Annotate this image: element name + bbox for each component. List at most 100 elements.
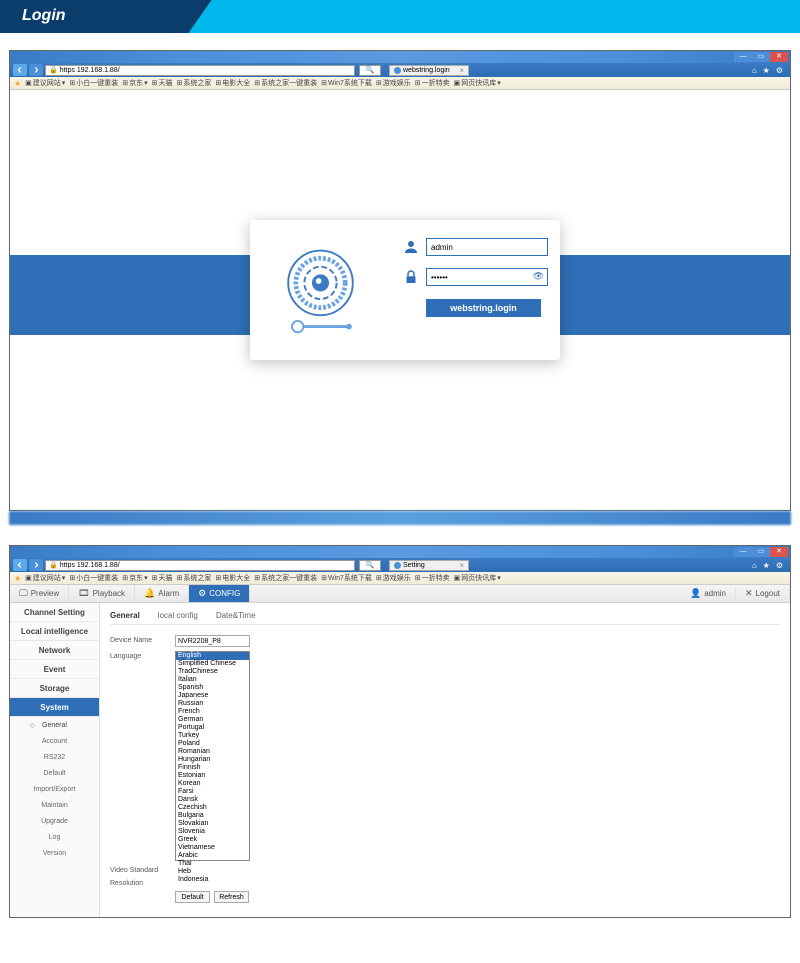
language-option[interactable]: Indonesia	[176, 876, 249, 884]
minimize-button[interactable]: —	[734, 547, 752, 557]
username-input[interactable]	[426, 238, 548, 256]
fav-link[interactable]: ⊞ 电影大全	[215, 573, 250, 583]
sidebar-sub-rs232[interactable]: RS232	[10, 749, 99, 765]
fav-link[interactable]: ⊞ Win7系统下载	[321, 573, 372, 583]
fav-link[interactable]: ⊞ 小白一键重装	[69, 573, 118, 583]
forward-button[interactable]	[29, 64, 43, 76]
fav-star-icon[interactable]: ★	[14, 574, 21, 583]
sidebar-sub-default[interactable]: Default	[10, 765, 99, 781]
refresh-button[interactable]: Refresh	[214, 891, 249, 903]
close-button[interactable]: ✕	[770, 547, 788, 557]
language-option[interactable]: Czechish	[176, 804, 249, 812]
alarm-button[interactable]: 🔔Alarm	[135, 585, 189, 602]
url-bar[interactable]: 🔒https 192.168.1.88/	[45, 560, 355, 571]
fav-link[interactable]: ⊞ 游戏娱乐	[376, 573, 411, 583]
sidebar-sub-import[interactable]: Import/Export	[10, 781, 99, 797]
sidebar-sub-account[interactable]: Account	[10, 733, 99, 749]
language-dropdown[interactable]: EnglishSimplified ChineseTradChineseItal…	[175, 651, 250, 861]
star-icon[interactable]: ★	[763, 66, 770, 75]
language-option[interactable]: Hungarian	[176, 756, 249, 764]
url-bar[interactable]: 🔒https 192.168.1.88/	[45, 65, 355, 76]
tab-datetime[interactable]: Date&Time	[216, 607, 256, 624]
star-icon[interactable]: ★	[763, 561, 770, 570]
language-option[interactable]: German	[176, 716, 249, 724]
language-option[interactable]: Bulgaria	[176, 812, 249, 820]
sidebar-item-storage[interactable]: Storage	[10, 679, 99, 698]
language-option[interactable]: Greek	[176, 836, 249, 844]
language-option[interactable]: Finnish	[176, 764, 249, 772]
sidebar-sub-general[interactable]: General	[10, 717, 99, 733]
password-input[interactable]	[426, 268, 548, 286]
language-option[interactable]: Slovenia	[176, 828, 249, 836]
tab-close-icon[interactable]: ×	[459, 561, 464, 570]
language-option[interactable]: Russian	[176, 700, 249, 708]
default-button[interactable]: Default	[175, 891, 210, 903]
sidebar-item-event[interactable]: Event	[10, 660, 99, 679]
fav-link[interactable]: ⊞ 一折特卖	[415, 573, 450, 583]
fav-link[interactable]: ⊞ 天猫	[152, 78, 173, 88]
language-option[interactable]: English	[176, 652, 249, 660]
fav-link[interactable]: ▣ 网页快讯库 ▾	[454, 78, 501, 88]
gear-icon[interactable]: ⚙	[776, 561, 783, 570]
fav-link[interactable]: ⊞ 一折特卖	[415, 78, 450, 88]
language-option[interactable]: Italian	[176, 676, 249, 684]
logout-button[interactable]: ✕Logout	[736, 588, 790, 599]
language-option[interactable]: TradChinese	[176, 668, 249, 676]
home-icon[interactable]: ⌂	[752, 66, 757, 75]
minimize-button[interactable]: —	[734, 52, 752, 62]
fav-link[interactable]: ⊞ 小白一键重装	[69, 78, 118, 88]
tab-general[interactable]: General	[110, 607, 140, 624]
language-option[interactable]: Estonian	[176, 772, 249, 780]
language-option[interactable]: Spanish	[176, 684, 249, 692]
fav-link[interactable]: ⊞ 京东 ▾	[122, 573, 147, 583]
tab-local[interactable]: local config	[158, 607, 198, 624]
language-option[interactable]: Vietnamese	[176, 844, 249, 852]
back-button[interactable]	[13, 559, 27, 571]
fav-link[interactable]: ⊞ 京东 ▾	[122, 78, 147, 88]
fav-link[interactable]: ⊞ 系统之家	[176, 78, 211, 88]
browser-tab[interactable]: Setting×	[389, 560, 469, 571]
language-option[interactable]: Dansk	[176, 796, 249, 804]
fav-link[interactable]: ⊞ 系统之家	[176, 573, 211, 583]
fav-star-icon[interactable]: ★	[14, 79, 21, 88]
language-option[interactable]: Turkey	[176, 732, 249, 740]
fav-link[interactable]: ⊞ 系统之家一键重装	[254, 573, 317, 583]
fav-link[interactable]: ⊞ 天猫	[152, 573, 173, 583]
eye-icon[interactable]: 👁	[533, 271, 544, 282]
language-option[interactable]: Heb	[176, 868, 249, 876]
fav-link[interactable]: ▣ 网页快讯库 ▾	[454, 573, 501, 583]
playback-button[interactable]: 🎞Playback	[69, 585, 135, 602]
language-option[interactable]: Romanian	[176, 748, 249, 756]
browser-tab[interactable]: webstring.login×	[389, 65, 469, 76]
login-button[interactable]: webstring.login	[426, 299, 541, 317]
maximize-button[interactable]: ▭	[752, 52, 770, 62]
back-button[interactable]	[13, 64, 27, 76]
close-button[interactable]: ✕	[770, 52, 788, 62]
sidebar-sub-upgrade[interactable]: Upgrade	[10, 813, 99, 829]
preview-button[interactable]: 🖵Preview	[10, 585, 69, 602]
fav-link[interactable]: ▣ 建议网站 ▾	[25, 573, 65, 583]
gear-icon[interactable]: ⚙	[776, 66, 783, 75]
fav-link[interactable]: ⊞ Win7系统下载	[321, 78, 372, 88]
language-option[interactable]: Arabic	[176, 852, 249, 860]
language-option[interactable]: Poland	[176, 740, 249, 748]
maximize-button[interactable]: ▭	[752, 547, 770, 557]
sidebar-sub-log[interactable]: Log	[10, 829, 99, 845]
fav-link[interactable]: ⊞ 电影大全	[215, 78, 250, 88]
language-option[interactable]: French	[176, 708, 249, 716]
tab-close-icon[interactable]: ×	[459, 66, 464, 75]
admin-button[interactable]: 👤admin	[681, 588, 736, 599]
language-option[interactable]: Simplified Chinese	[176, 660, 249, 668]
home-icon[interactable]: ⌂	[752, 561, 757, 570]
language-option[interactable]: Thai	[176, 860, 249, 868]
search-split[interactable]: 🔍	[359, 560, 381, 571]
forward-button[interactable]	[29, 559, 43, 571]
sidebar-item-channel[interactable]: Channel Setting	[10, 603, 99, 622]
sidebar-item-intel[interactable]: Local intelligence	[10, 622, 99, 641]
fav-link[interactable]: ⊞ 系统之家一键重装	[254, 78, 317, 88]
sidebar-item-system[interactable]: System	[10, 698, 99, 717]
search-split[interactable]: 🔍	[359, 65, 381, 76]
fav-link[interactable]: ⊞ 游戏娱乐	[376, 78, 411, 88]
devicename-input[interactable]	[175, 635, 250, 647]
language-option[interactable]: Slovakian	[176, 820, 249, 828]
